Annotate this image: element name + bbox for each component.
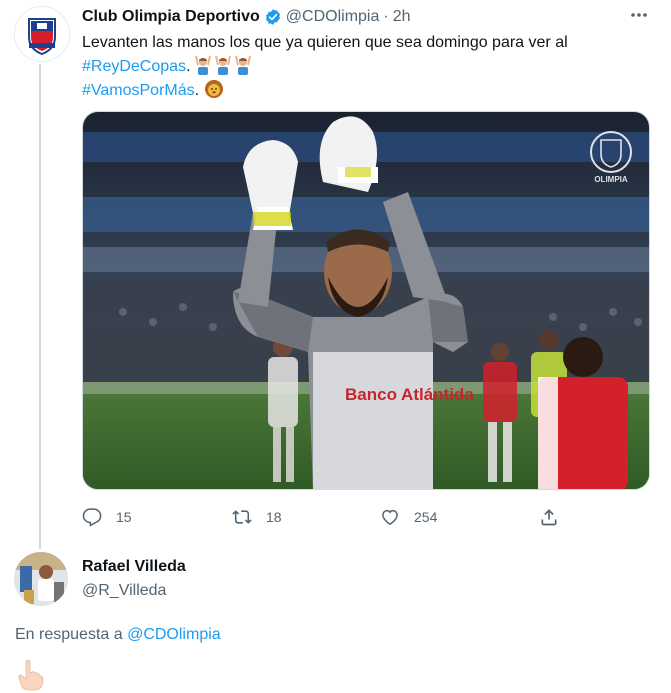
tweet-text: Levanten las manos los que ya quieren qu… (82, 31, 652, 103)
olimpia-crest-icon (16, 8, 68, 60)
reply-button[interactable]: 15 (82, 503, 132, 531)
tweet-header: Club Olimpia Deportivo @CDOlimpia · 2h (82, 6, 411, 28)
retweet-button[interactable]: 18 (232, 503, 282, 531)
like-button[interactable]: 254 (380, 503, 437, 531)
share-button[interactable] (539, 503, 573, 531)
tweet-text-line2: #ReyDeCopas. (82, 55, 652, 79)
media-watermark-text: OLIMPIA (594, 175, 628, 184)
rafael-villeda-avatar[interactable] (14, 552, 68, 606)
retweet-count: 18 (266, 509, 282, 525)
raising-hands-person-emoji-icon (234, 55, 251, 75)
pointing-hand-emoji-icon (18, 659, 44, 691)
punctuation-2: . (194, 82, 204, 99)
reply-mention-link[interactable]: @CDOlimpia (127, 626, 221, 643)
hashtag-vamospormas[interactable]: #VamosPorMás (82, 82, 195, 99)
tweet-photo[interactable]: Banco Atlántida OLIMPIA (82, 111, 650, 490)
punctuation-1: . (186, 58, 195, 75)
reply-display-name[interactable]: Rafael Villeda (82, 558, 186, 576)
like-count: 254 (414, 509, 438, 525)
jersey-sponsor: Banco Atlántida (345, 385, 474, 404)
thread-line (39, 64, 41, 549)
tweet-actions: 15 18 254 (82, 503, 582, 531)
tweet-text-line3: #VamosPorMás. (82, 79, 652, 103)
reply-count: 15 (116, 509, 132, 525)
separator-dot: · (383, 8, 389, 25)
raising-hands-person-emoji-icon (214, 55, 231, 75)
reply-handle[interactable]: @R_Villeda (82, 582, 166, 600)
lion-emoji-icon (204, 80, 223, 98)
retweet-icon (232, 510, 252, 524)
hashtag-reydecopas[interactable]: #ReyDeCopas (82, 58, 186, 75)
handle[interactable]: @CDOlimpia (286, 8, 380, 26)
timestamp[interactable]: 2h (393, 8, 411, 26)
goalkeeper-photo: Banco Atlántida OLIMPIA (83, 112, 649, 489)
like-icon (382, 509, 398, 526)
display-name[interactable]: Club Olimpia Deportivo (82, 8, 260, 26)
verified-icon (265, 9, 280, 25)
replying-to: En respuesta a @CDOlimpia (15, 626, 221, 644)
user-photo-icon (14, 552, 68, 606)
tweet-text-line1: Levanten las manos los que ya quieren qu… (82, 34, 568, 51)
tweet[interactable]: Club Olimpia Deportivo @CDOlimpia · 2h L… (0, 0, 671, 549)
reply-icon (82, 508, 102, 527)
reply-prefix: En respuesta a (15, 626, 128, 643)
club-olimpia-avatar[interactable] (14, 6, 70, 62)
share-icon (541, 509, 557, 526)
reply-tweet[interactable]: Rafael Villeda @R_Villeda En respuesta a… (0, 548, 671, 693)
more-icon[interactable] (629, 8, 649, 22)
raising-hands-person-emoji-icon (194, 55, 211, 75)
